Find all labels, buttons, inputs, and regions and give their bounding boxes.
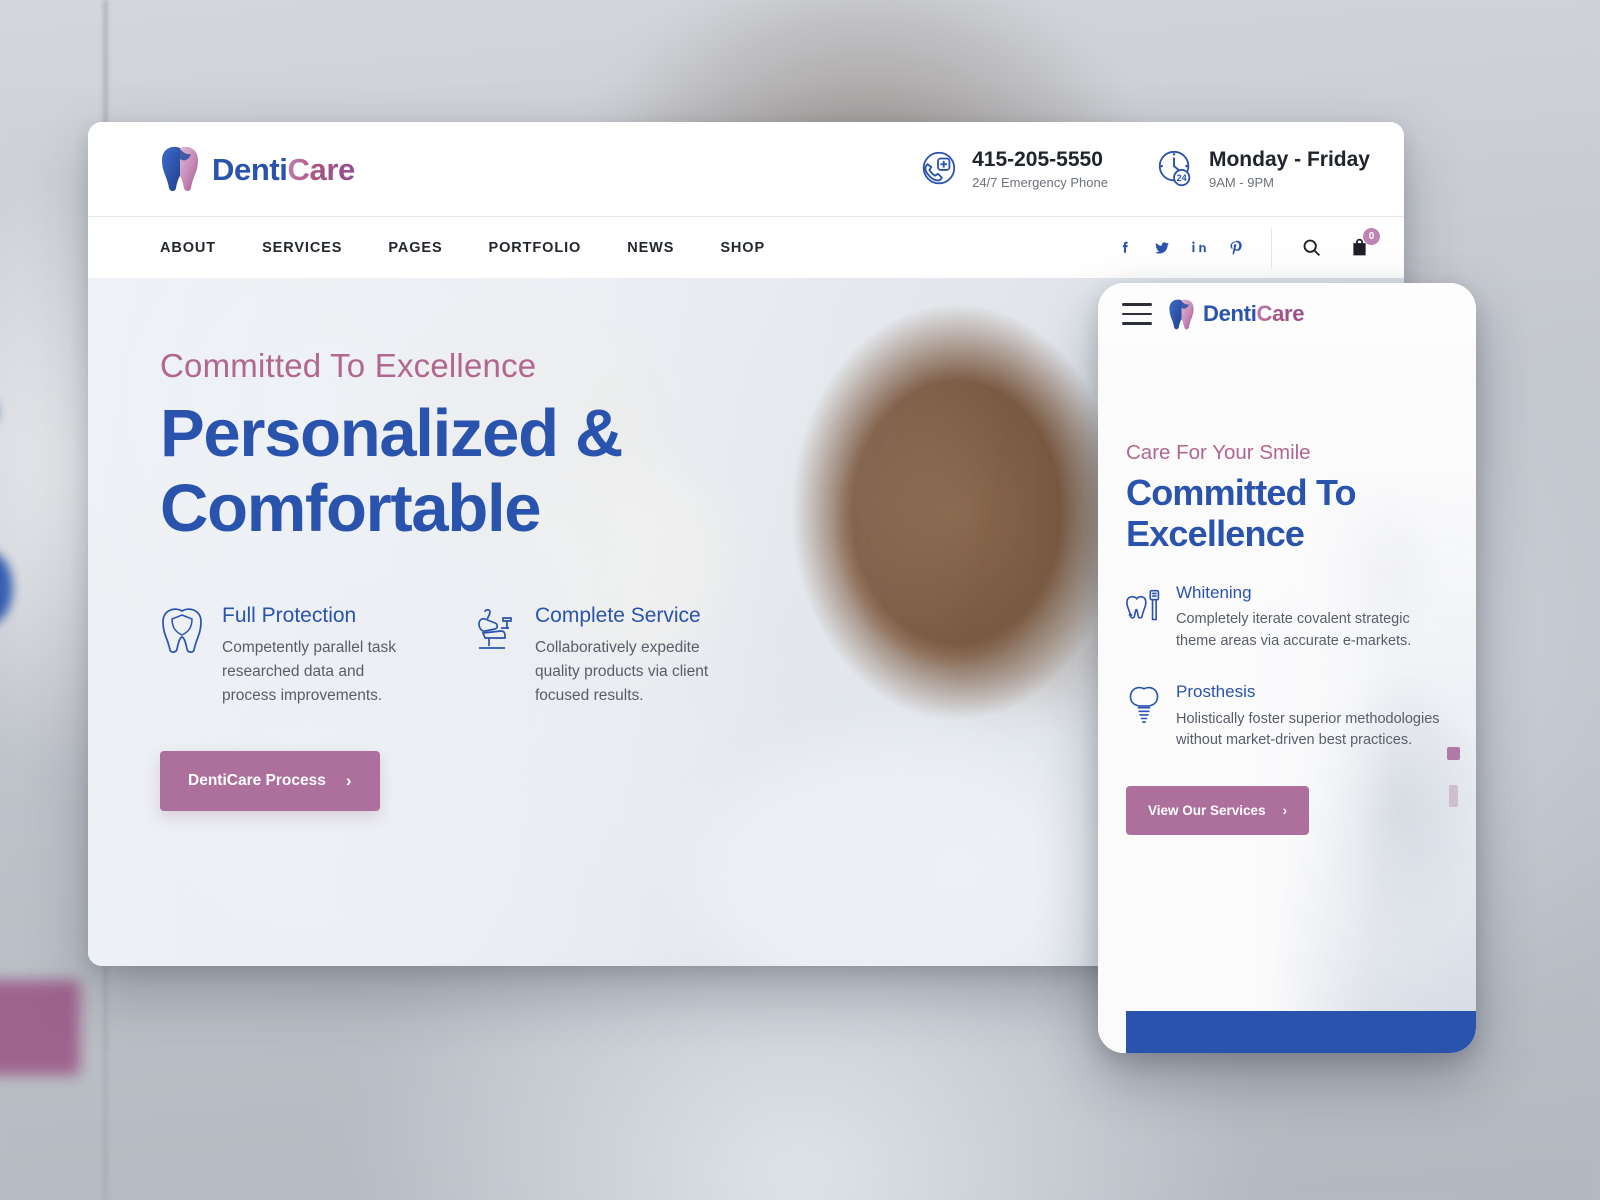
dental-implant-icon [1129,686,1159,723]
hero-feature-title: Full Protection [222,604,357,628]
header-phone-number: 415-205-5550 [972,148,1103,172]
nav-item-news[interactable]: NEWS [627,240,674,256]
header-hours-block: 24 Monday - Friday 9AM - 9PM [1154,148,1370,190]
mobile-feature-prosthesis: Prosthesis Holistically foster superior … [1126,681,1444,752]
mobile-bottom-bar [1126,1011,1476,1053]
mobile-hero-accent-bar [1449,785,1458,807]
tooth-icon [1169,299,1194,329]
mobile-feature-title: Prosthesis [1176,681,1256,701]
phone-medical-icon [922,151,956,185]
mobile-logo-word-care: Care [1256,301,1305,326]
mobile-feature-whitening: Whitening Completely iterate covalent st… [1126,582,1444,653]
hero-content: Committed To Excellence Personalized & C… [88,278,728,812]
mobile-feature-text: Completely iterate covalent strategic th… [1176,611,1412,650]
hero-features: Full Protection Competently parallel tas… [160,604,728,707]
hero-cta-button[interactable]: DentiCare Process › [160,751,380,812]
hero-cta-label: DentiCare Process [188,772,326,790]
dental-chair-icon [478,609,512,650]
hero-heading: Personalized & Comfortable [160,396,728,546]
mobile-feature-text: Holistically foster superior methodologi… [1176,710,1440,749]
mobile-hero-accent-square [1447,747,1460,760]
mobile-hero-heading: Committed To Excellence [1126,472,1418,554]
tooth-shield-icon [162,608,202,654]
background-heading-fragment-2: nfo [0,490,18,663]
hero-feature-text: Competently parallel task researched dat… [222,639,397,704]
mobile-logo-wordmark: DentiCare [1203,301,1305,327]
mobile-hero-content: Care For Your Smile Committed To Excelle… [1098,345,1440,835]
hero-feature-title: Complete Service [535,604,701,628]
mobile-hero-eyebrow: Care For Your Smile [1126,441,1311,464]
mobile-cta-button[interactable]: View Our Services › [1126,786,1310,835]
social-links [1116,239,1271,257]
mobile-logo-word-denti: Denti [1203,301,1257,326]
nav-item-pages[interactable]: PAGES [388,240,442,256]
hamburger-menu-icon[interactable] [1122,303,1152,325]
hero-feature-text: Collaboratively expedite quality product… [535,639,709,704]
header-hours-days: Monday - Friday [1208,148,1370,172]
mobile-hero-section: Care For Your Smile Committed To Excelle… [1098,345,1476,1053]
header-hours-time: 9AM - 9PM [1208,174,1274,190]
mobile-header: DentiCare [1098,283,1476,345]
hero-heading-line-2: Comfortable [160,471,542,547]
background-blurred-button [0,980,80,1075]
header-contacts: 415-205-5550 24/7 Emergency Phone 24 Mon… [917,148,1370,190]
nav-item-shop[interactable]: SHOP [720,240,765,256]
hero-feature-full-protection: Full Protection Competently parallel tas… [160,604,415,707]
nav-tools: 0 [1271,227,1380,268]
hero-feature-complete-service: Complete Service Collaboratively expedit… [473,604,728,707]
cart-count-badge: 0 [1363,228,1380,245]
logo-word-care: Care [287,151,356,187]
svg-text:24: 24 [1177,173,1187,183]
nav-right-tools: 0 [1116,227,1380,268]
header-phone-block[interactable]: 415-205-5550 24/7 Emergency Phone [917,148,1108,190]
mobile-logo[interactable]: DentiCare [1168,299,1305,330]
hero-heading-line-1: Personalized & [160,396,623,472]
mobile-feature-title: Whitening [1176,582,1252,602]
nav-item-about[interactable]: ABOUT [160,240,216,256]
main-navigation: ABOUT SERVICES PAGES PORTFOLIO NEWS SHOP [88,216,1404,278]
mobile-mockup: DentiCare Care For Your Smile Committed … [1098,283,1476,1053]
header-phone-label: 24/7 Emergency Phone [972,174,1108,190]
toothbrush-icon [1126,589,1160,620]
nav-item-services[interactable]: SERVICES [262,240,342,256]
site-logo[interactable]: DentiCare [160,146,355,192]
nav-item-portfolio[interactable]: PORTFOLIO [489,240,582,256]
mobile-hero-heading-line-1: Committed To [1126,471,1357,513]
twitter-icon[interactable] [1153,239,1171,257]
hero-eyebrow: Committed To Excellence [160,347,537,384]
linkedin-icon[interactable] [1190,239,1208,257]
mobile-cta-label: View Our Services [1148,803,1266,818]
cart-button[interactable]: 0 [1349,228,1380,258]
logo-wordmark: DentiCare [212,154,355,185]
mobile-hero-heading-line-2: Excellence [1126,512,1305,554]
logo-word-denti: Denti [212,151,288,187]
tooth-icon [162,146,198,191]
clock-24-icon: 24 [1158,150,1191,187]
pinterest-icon[interactable] [1227,239,1245,257]
chevron-right-icon: › [1282,803,1288,818]
nav-links: ABOUT SERVICES PAGES PORTFOLIO NEWS SHOP [160,240,765,256]
chevron-right-icon: › [345,771,352,791]
facebook-icon[interactable] [1116,239,1134,257]
search-icon[interactable] [1301,237,1322,258]
site-header: DentiCare 415-205-5550 24/7 Emergency Ph… [88,122,1404,216]
